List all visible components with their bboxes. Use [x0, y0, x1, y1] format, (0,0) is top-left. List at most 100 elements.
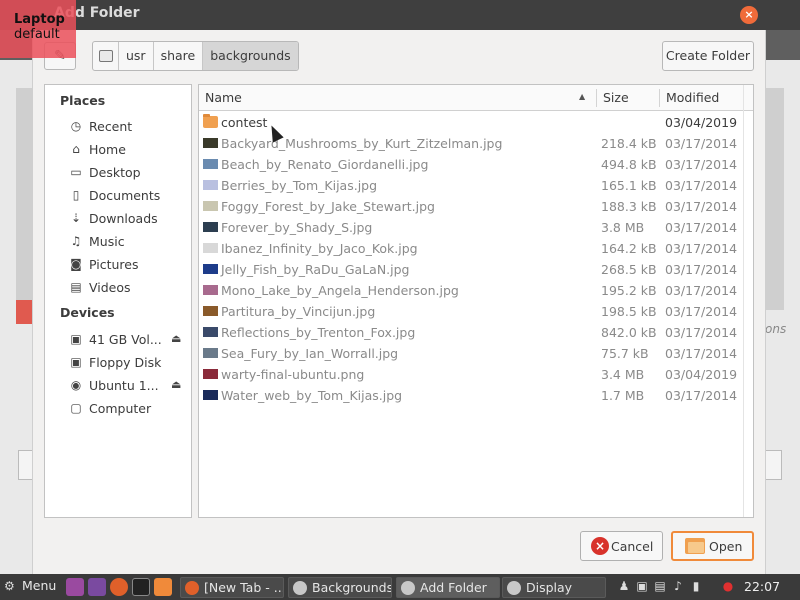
image-thumbnail-icon	[203, 369, 218, 379]
sidebar-item-label: Desktop	[89, 164, 141, 180]
file-name: Partitura_by_Vincijun.jpg	[221, 304, 376, 319]
file-modified: 03/17/2014	[665, 346, 738, 361]
column-header-modified[interactable]: Modified	[666, 90, 719, 105]
sidebar-item-videos[interactable]: ▤ Videos	[69, 277, 189, 297]
path-segment-usr[interactable]: usr	[119, 42, 154, 70]
task-display[interactable]: Display	[502, 577, 606, 598]
close-button[interactable]: ×	[740, 6, 758, 24]
drive-icon: ▣	[70, 332, 82, 346]
sidebar-item-pictures[interactable]: ◙ Pictures	[69, 254, 189, 274]
sidebar: Places ◷ Recent ⌂ Home ▭ Desktop ▯ Docum…	[44, 84, 192, 518]
battery-icon[interactable]: ▮	[690, 580, 702, 592]
file-row[interactable]: Berries_by_Tom_Kijas.jpg 165.1 kB 03/17/20…	[199, 175, 743, 196]
firefox-icon[interactable]	[110, 578, 128, 596]
file-row[interactable]: Partitura_by_Vincijun.jpg 198.5 kB 03/17/2…	[199, 301, 743, 322]
file-name: Forever_by_Shady_S.jpg	[221, 220, 373, 235]
display-settings-icon	[507, 580, 521, 595]
eject-icon[interactable]: ⏏	[171, 378, 181, 391]
file-row[interactable]: Reflections_by_Trenton_Fox.jpg 842.0 kB 03…	[199, 322, 743, 343]
file-row[interactable]: Beach_by_Renato_Giordanelli.jpg 494.8 kB 0…	[199, 154, 743, 175]
image-thumbnail-icon	[203, 390, 218, 400]
firefox-icon	[185, 580, 199, 595]
sidebar-item-label: Ubuntu 1...	[89, 377, 159, 393]
file-row[interactable]: Ibanez_Infinity_by_Jaco_Kok.jpg 164.2 kB 0…	[199, 238, 743, 259]
image-thumbnail-icon	[203, 180, 218, 190]
sidebar-item-downloads[interactable]: ⇣ Downloads	[69, 208, 189, 228]
image-thumbnail-icon	[203, 243, 218, 253]
sidebar-item-recent[interactable]: ◷ Recent	[69, 116, 189, 136]
file-row[interactable]: Water_web_by_Tom_Kijas.jpg 1.7 MB 03/17/20…	[199, 385, 743, 406]
taskbar: ⚙ Menu [New Tab - ... Backgrounds Add Fo…	[0, 574, 800, 600]
film-icon: ▤	[70, 280, 82, 294]
file-modified: 03/17/2014	[665, 157, 738, 172]
file-name: Backyard_Mushrooms_by_Kurt_Zitzelman.jpg	[221, 136, 503, 151]
file-modified: 03/17/2014	[665, 136, 738, 151]
file-row[interactable]: Mono_Lake_by_Angela_Henderson.jpg 195.2 k…	[199, 280, 743, 301]
display-settings-icon	[293, 580, 307, 595]
sidebar-item-label: Home	[89, 141, 126, 157]
terminal-icon[interactable]	[132, 578, 150, 596]
eject-icon[interactable]: ⏏	[171, 332, 181, 345]
app-launcher-icon[interactable]	[66, 578, 84, 596]
places-heading: Places	[60, 93, 106, 108]
file-modified: 03/17/2014	[665, 325, 738, 340]
file-size: 268.5 kB	[601, 262, 657, 277]
clipboard-icon[interactable]: ▤	[654, 580, 666, 592]
sidebar-item-computer[interactable]: ▢ Computer	[69, 398, 189, 418]
folder-row[interactable]: contest 03/04/2019	[199, 112, 743, 133]
files-icon[interactable]	[154, 578, 172, 596]
task-add-folder[interactable]: Add Folder	[396, 577, 500, 598]
user-icon[interactable]: ♟	[618, 580, 630, 592]
download-icon: ⇣	[70, 211, 82, 225]
column-header-size[interactable]: Size	[603, 90, 629, 105]
file-name: Mono_Lake_by_Angela_Henderson.jpg	[221, 283, 459, 298]
column-separator	[596, 89, 597, 107]
sidebar-item-floppy[interactable]: ▣ Floppy Disk	[69, 352, 189, 372]
network-icon[interactable]: ▣	[636, 580, 648, 592]
cancel-button[interactable]: × Cancel	[580, 531, 663, 561]
file-name: Foggy_Forest_by_Jake_Stewart.jpg	[221, 199, 435, 214]
app-launcher-icon[interactable]	[88, 578, 106, 596]
file-row[interactable]: Sea_Fury_by_Ian_Worrall.jpg 75.7 kB 03/17/…	[199, 343, 743, 364]
file-size: 494.8 kB	[601, 157, 657, 172]
sidebar-item-music[interactable]: ♫ Music	[69, 231, 189, 251]
path-root-button[interactable]	[93, 42, 119, 70]
title-bar: Add Folder ×	[0, 0, 800, 30]
camera-icon: ◙	[70, 257, 82, 271]
column-header-name[interactable]: Name	[205, 90, 242, 105]
file-row[interactable]: Foggy_Forest_by_Jake_Stewart.jpg 188.3 kB…	[199, 196, 743, 217]
file-list-scrollbar[interactable]	[743, 85, 752, 517]
file-size: 164.2 kB	[601, 241, 657, 256]
create-folder-button[interactable]: Create Folder	[662, 41, 754, 71]
file-name: warty-final-ubuntu.png	[221, 367, 365, 382]
cancel-icon: ×	[591, 537, 609, 555]
add-folder-dialog: Add Folder × ✎ usr share backgrounds Cre…	[0, 0, 800, 574]
sidebar-item-label: Downloads	[89, 210, 158, 226]
image-thumbnail-icon	[203, 264, 218, 274]
file-row[interactable]: Forever_by_Shady_S.jpg 3.8 MB 03/17/2014	[199, 217, 743, 238]
menu-button[interactable]: ⚙ Menu	[4, 578, 56, 593]
column-separator	[659, 89, 660, 107]
sort-ascending-icon: ▲	[579, 92, 586, 101]
path-segment-share[interactable]: share	[154, 42, 204, 70]
sidebar-item-desktop[interactable]: ▭ Desktop	[69, 162, 189, 182]
task-new-tab[interactable]: [New Tab - ...	[180, 577, 284, 598]
path-segment-backgrounds[interactable]: backgrounds	[203, 42, 298, 70]
file-row[interactable]: warty-final-ubuntu.png 3.4 MB 03/04/2019	[199, 364, 743, 385]
close-icon: ×	[744, 8, 754, 21]
sidebar-item-label: Pictures	[89, 256, 139, 272]
file-name: Berries_by_Tom_Kijas.jpg	[221, 178, 378, 193]
file-size: 218.4 kB	[601, 136, 657, 151]
task-label: Add Folder	[420, 580, 487, 595]
volume-icon[interactable]: ♪	[672, 580, 684, 592]
sidebar-item-home[interactable]: ⌂ Home	[69, 139, 189, 159]
sidebar-item-documents[interactable]: ▯ Documents	[69, 185, 189, 205]
sidebar-item-label: Computer	[89, 400, 152, 416]
clock[interactable]: 22:07	[744, 579, 780, 594]
update-icon[interactable]: ●	[722, 580, 734, 592]
file-modified: 03/17/2014	[665, 283, 738, 298]
open-button[interactable]: Open	[671, 531, 754, 561]
task-backgrounds[interactable]: Backgrounds	[288, 577, 392, 598]
file-row[interactable]: Jelly_Fish_by_RaDu_GaLaN.jpg 268.5 kB 03/1…	[199, 259, 743, 280]
file-size: 188.3 kB	[601, 199, 657, 214]
